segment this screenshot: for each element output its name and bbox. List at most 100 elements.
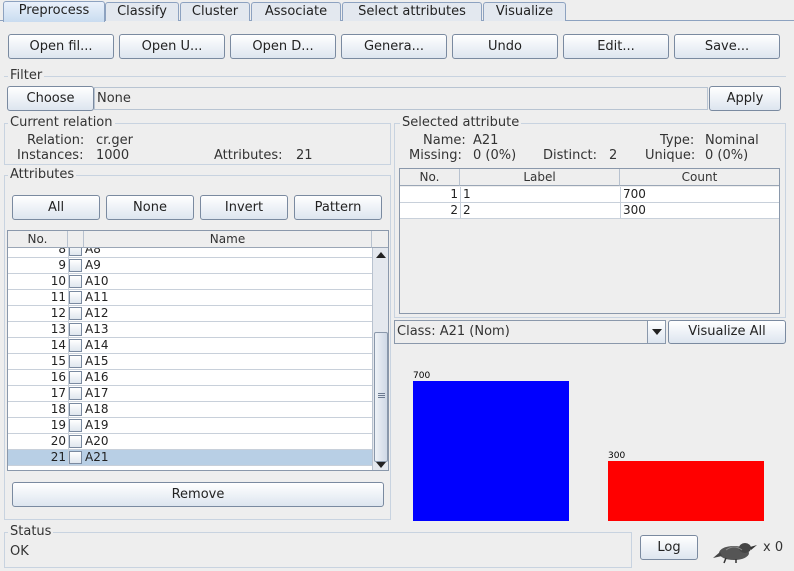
table-row[interactable]: 18 A18 bbox=[8, 402, 372, 418]
attribute-checkbox[interactable] bbox=[69, 435, 82, 448]
table-row[interactable]: 9 A9 bbox=[8, 258, 372, 274]
table-row[interactable]: 17 A17 bbox=[8, 386, 372, 402]
row-number: 20 bbox=[50, 434, 66, 448]
task-count: x 0 bbox=[763, 540, 784, 555]
scroll-up-icon[interactable] bbox=[376, 252, 386, 258]
chart-bar-1 bbox=[413, 381, 569, 521]
attributes-header-check[interactable] bbox=[68, 231, 84, 248]
attribute-checkbox[interactable] bbox=[69, 291, 82, 304]
label-table-rows: 1 1 700 2 2 300 bbox=[400, 187, 779, 221]
table-row[interactable]: 2 2 300 bbox=[400, 203, 779, 219]
row-number: 11 bbox=[50, 290, 66, 304]
filter-choose-button[interactable]: Choose bbox=[7, 86, 94, 111]
attributes-rows: 8 A8 9 A9 10 A10 11 A11 12 A12 13 A13 14 A14 15 A15 16 A1… bbox=[8, 248, 372, 470]
attributes-header-name[interactable]: Name bbox=[84, 231, 372, 248]
table-row[interactable]: 20 A20 bbox=[8, 434, 372, 450]
label-count-table: No. Label Count 1 1 700 2 2 300 bbox=[399, 168, 780, 314]
table-row[interactable]: 21 A21 bbox=[8, 450, 372, 466]
table-row[interactable]: 8 A8 bbox=[8, 248, 372, 258]
visualize-all-button[interactable]: Visualize All bbox=[668, 320, 786, 344]
row-number: 8 bbox=[58, 248, 66, 256]
tab-classify[interactable]: Classify bbox=[105, 2, 179, 21]
filter-apply-button[interactable]: Apply bbox=[709, 86, 781, 111]
class-select[interactable]: Class: A21 (Nom) bbox=[394, 320, 666, 344]
open-url-button[interactable]: Open U... bbox=[119, 34, 225, 59]
tab-visualize[interactable]: Visualize bbox=[483, 2, 566, 21]
undo-button[interactable]: Undo bbox=[452, 34, 558, 59]
scrollbar-thumb[interactable] bbox=[374, 332, 388, 462]
chevron-down-icon bbox=[652, 329, 662, 335]
remove-button[interactable]: Remove bbox=[12, 482, 384, 507]
attribute-checkbox[interactable] bbox=[69, 387, 82, 400]
table-row[interactable]: 19 A19 bbox=[8, 418, 372, 434]
attributes-header-no[interactable]: No. bbox=[8, 231, 68, 248]
filter-value-field[interactable]: None bbox=[94, 87, 708, 110]
status-text: OK bbox=[10, 544, 29, 559]
table-row[interactable]: 1 1 700 bbox=[400, 187, 779, 203]
pattern-button[interactable]: Pattern bbox=[294, 195, 382, 220]
weka-bird-icon[interactable] bbox=[712, 538, 758, 564]
table-row[interactable]: 10 A10 bbox=[8, 274, 372, 290]
save-button[interactable]: Save... bbox=[674, 34, 780, 59]
tab-select-attributes[interactable]: Select attributes bbox=[342, 2, 482, 21]
table-row[interactable]: 11 A11 bbox=[8, 290, 372, 306]
table-row[interactable]: 12 A12 bbox=[8, 306, 372, 322]
attr-type-label: Type: bbox=[660, 133, 695, 148]
row-number: 10 bbox=[50, 274, 66, 288]
column-divider bbox=[620, 203, 621, 219]
open-db-button[interactable]: Open D... bbox=[230, 34, 336, 59]
select-all-button[interactable]: All bbox=[12, 195, 100, 220]
generate-button[interactable]: Genera... bbox=[341, 34, 447, 59]
row-number: 21 bbox=[50, 450, 66, 464]
attribute-name: A9 bbox=[85, 258, 101, 272]
attr-unique-label: Unique: bbox=[645, 148, 696, 163]
attributes-count-label: Attributes: bbox=[214, 148, 283, 163]
label-table-header-label[interactable]: Label bbox=[460, 169, 620, 186]
class-select-arrow[interactable] bbox=[647, 321, 665, 343]
tab-cluster[interactable]: Cluster bbox=[180, 2, 250, 21]
attribute-checkbox[interactable] bbox=[69, 339, 82, 352]
table-row[interactable]: 14 A14 bbox=[8, 338, 372, 354]
attribute-checkbox[interactable] bbox=[69, 419, 82, 432]
tab-preprocess[interactable]: Preprocess bbox=[3, 1, 105, 22]
attr-name-label: Name: bbox=[423, 133, 466, 148]
attribute-checkbox[interactable] bbox=[69, 323, 82, 336]
select-none-button[interactable]: None bbox=[106, 195, 194, 220]
scroll-down-icon[interactable] bbox=[376, 462, 386, 468]
relation-value: cr.ger bbox=[96, 133, 134, 148]
edit-button[interactable]: Edit... bbox=[563, 34, 669, 59]
attribute-checkbox[interactable] bbox=[69, 259, 82, 272]
attribute-checkbox[interactable] bbox=[69, 248, 82, 256]
attributes-scrollbar[interactable] bbox=[372, 248, 388, 470]
label-row-count: 300 bbox=[623, 203, 646, 217]
table-row[interactable]: 16 A16 bbox=[8, 370, 372, 386]
attr-missing-label: Missing: bbox=[409, 148, 462, 163]
row-number: 14 bbox=[50, 338, 66, 352]
chart-bar-2-label: 300 bbox=[608, 451, 626, 461]
table-row[interactable]: 13 A13 bbox=[8, 322, 372, 338]
attribute-name: A18 bbox=[85, 402, 109, 416]
attribute-checkbox[interactable] bbox=[69, 355, 82, 368]
attribute-name: A17 bbox=[85, 386, 109, 400]
attribute-name: A20 bbox=[85, 434, 109, 448]
log-button[interactable]: Log bbox=[640, 535, 698, 560]
tab-associate[interactable]: Associate bbox=[251, 2, 341, 21]
status-legend: Status bbox=[8, 524, 54, 539]
invert-selection-button[interactable]: Invert bbox=[200, 195, 288, 220]
open-file-button[interactable]: Open fil... bbox=[8, 34, 114, 59]
label-table-header-count[interactable]: Count bbox=[620, 169, 779, 186]
attribute-checkbox[interactable] bbox=[69, 275, 82, 288]
attribute-checkbox[interactable] bbox=[69, 307, 82, 320]
attribute-checkbox[interactable] bbox=[69, 371, 82, 384]
tab-bar: Preprocess Classify Cluster Associate Se… bbox=[0, 0, 794, 22]
filter-value-text: None bbox=[97, 91, 131, 106]
attr-name-value: A21 bbox=[473, 133, 499, 148]
label-row-number: 1 bbox=[450, 187, 458, 201]
table-row[interactable]: 15 A15 bbox=[8, 354, 372, 370]
row-number: 16 bbox=[50, 370, 66, 384]
class-distribution-chart: 700 300 bbox=[394, 346, 786, 521]
label-table-header-no[interactable]: No. bbox=[400, 169, 460, 186]
instances-label: Instances: bbox=[17, 148, 84, 163]
attribute-checkbox[interactable] bbox=[69, 451, 82, 464]
attribute-checkbox[interactable] bbox=[69, 403, 82, 416]
